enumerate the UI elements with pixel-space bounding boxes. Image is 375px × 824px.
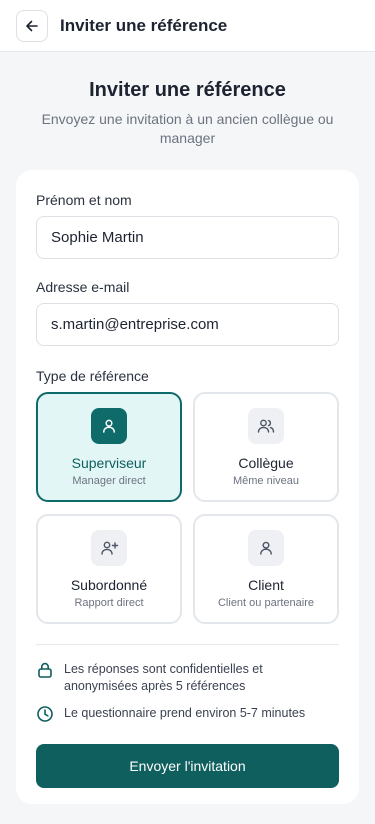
email-input[interactable]: [36, 303, 339, 346]
option-client[interactable]: Client Client ou partenaire: [193, 514, 339, 624]
name-input[interactable]: [36, 216, 339, 259]
user-icon: [91, 408, 127, 444]
reference-type-options: Superviseur Manager direct Collègue Même…: [36, 392, 339, 624]
option-subordonne[interactable]: Subordonné Rapport direct: [36, 514, 182, 624]
invite-form-card: Prénom et nom Adresse e-mail Type de réf…: [16, 170, 359, 804]
option-title: Subordonné: [70, 577, 148, 593]
info-text: Le questionnaire prend environ 5-7 minut…: [64, 706, 306, 720]
option-collegue[interactable]: Collègue Même niveau: [193, 392, 339, 502]
name-field-group: Prénom et nom: [36, 192, 339, 259]
user-icon: [248, 530, 284, 566]
option-subtitle: Manager direct: [72, 475, 146, 487]
option-subtitle: Même niveau: [232, 475, 300, 487]
users-icon: [248, 408, 284, 444]
page-title: Inviter une référence: [89, 79, 286, 101]
option-title: Collègue: [238, 455, 294, 471]
email-label: Adresse e-mail: [36, 279, 130, 295]
option-subtitle: Rapport direct: [74, 597, 144, 609]
divider: [36, 644, 339, 645]
back-button[interactable]: [16, 9, 48, 42]
send-invitation-button[interactable]: Envoyer l'invitation: [36, 744, 339, 788]
arrow-left-icon: [26, 20, 38, 31]
top-bar: Inviter une référence: [0, 0, 375, 52]
info-confidentiality: Les réponses sont confidentielles et ano…: [36, 661, 339, 695]
email-field-group: Adresse e-mail: [36, 279, 339, 346]
option-title: Client: [248, 577, 284, 593]
user-plus-icon: [91, 530, 127, 566]
clock-icon: [37, 706, 53, 722]
reference-type-label: Type de référence: [36, 368, 149, 384]
info-duration: Le questionnaire prend environ 5-7 minut…: [36, 705, 339, 723]
page-subtitle: Envoyez une invitation à un ancien collè…: [41, 111, 334, 146]
name-label: Prénom et nom: [36, 192, 132, 208]
option-subtitle: Client ou partenaire: [217, 597, 314, 609]
option-superviseur[interactable]: Superviseur Manager direct: [36, 392, 182, 502]
header-title: Inviter une référence: [60, 15, 228, 35]
info-text: Les réponses sont confidentielles et ano…: [64, 662, 263, 693]
lock-icon: [38, 662, 52, 678]
option-title: Superviseur: [71, 455, 147, 471]
page-header: Inviter une référence Envoyez une invita…: [0, 52, 375, 148]
